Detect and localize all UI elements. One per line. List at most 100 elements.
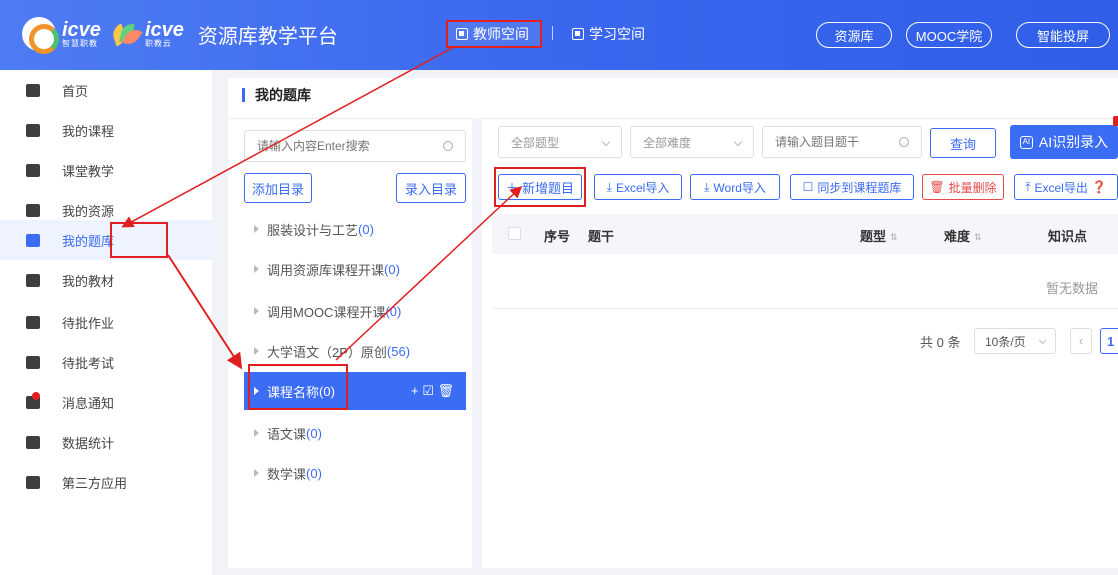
query-button[interactable]: 查询	[930, 128, 996, 158]
word-import-button[interactable]: ⤓ Word导入	[690, 174, 780, 200]
sync-icon: ☐	[802, 180, 814, 194]
tree-item-name: 调用资源库课程开课	[267, 262, 385, 278]
question-search-input[interactable]	[762, 126, 922, 158]
main-content: 我的题库 添加目录 录入目录 服装设计与工艺(0) 调用资源库课程开课(0) 调…	[228, 78, 1118, 568]
excel-export-label: Excel导出	[1034, 180, 1088, 195]
column-index: 序号	[544, 229, 571, 244]
sidebar: 首页 我的课程 课堂教学 我的资源 我的题库 我的教材 待批作业 待批考试 消息…	[0, 70, 212, 575]
tree-item[interactable]: 服装设计与工艺 (0)	[244, 210, 466, 248]
sidebar-item-home[interactable]: 首页	[0, 70, 212, 110]
resource-library-button[interactable]: 资源库	[816, 22, 892, 48]
chevron-down-icon	[1038, 336, 1047, 345]
question-type-value: 全部题型	[511, 135, 560, 150]
tab-separator	[552, 26, 553, 40]
tree-item-count: (56)	[386, 343, 411, 359]
sort-icon: ⇅	[974, 232, 982, 243]
sidebar-item-textbook[interactable]: 我的教材	[0, 260, 212, 300]
tree-item[interactable]: 数学课 (0)	[244, 454, 466, 492]
sidebar-item-label: 第三方应用	[62, 475, 128, 491]
tree-item[interactable]: 调用MOOC课程开课 (0)	[244, 292, 466, 330]
notification-badge	[32, 392, 40, 400]
caret-right-icon	[254, 307, 259, 315]
tree-item-count: (0)	[385, 303, 402, 319]
ai-record-button[interactable]: AI AI识别录入	[1010, 125, 1118, 159]
sidebar-item-classroom[interactable]: 课堂教学	[0, 150, 212, 190]
tree-item[interactable]: 语文课 (0)	[244, 414, 466, 452]
column-knowledge: 知识点	[1048, 229, 1088, 244]
column-difficulty[interactable]: 难度 ⇅	[944, 226, 982, 245]
student-space-icon	[572, 28, 584, 40]
caret-right-icon	[254, 469, 259, 477]
tree-item-name: 数学课	[267, 466, 307, 482]
directory-tree-panel: 添加目录 录入目录 服装设计与工艺(0) 调用资源库课程开课(0) 调用MOOC…	[228, 118, 482, 568]
chevron-down-icon	[601, 137, 611, 147]
zhijiaoyun-logo-icon	[109, 21, 143, 49]
mooc-button[interactable]: MOOC学院	[906, 22, 992, 48]
record-directory-button[interactable]: 录入目录	[396, 173, 466, 203]
batch-delete-button[interactable]: 🗑 批量删除	[922, 174, 1004, 200]
sidebar-item-stats[interactable]: 数据统计	[0, 422, 212, 462]
tab-teacher-space[interactable]: 教师空间	[446, 20, 542, 48]
tree-item-name: 调用MOOC课程开课	[267, 304, 386, 320]
logo-sub-1: 智慧职教	[62, 38, 98, 48]
add-directory-button[interactable]: 添加目录	[244, 173, 312, 203]
sidebar-item-label: 我的课程	[62, 123, 115, 139]
page-size-select[interactable]: 10条/页	[974, 328, 1056, 354]
caret-right-icon	[254, 225, 259, 233]
tree-search-input[interactable]	[244, 130, 466, 162]
excel-export-button[interactable]: ⤒ Excel导出 ❓	[1014, 174, 1118, 200]
column-difficulty-label: 难度	[944, 229, 971, 244]
sidebar-item-label: 课堂教学	[62, 163, 115, 179]
download-icon: ⤓	[606, 179, 612, 194]
excel-import-button[interactable]: ⤓ Excel导入	[594, 174, 682, 200]
caret-right-icon	[254, 429, 259, 437]
sidebar-item-courses[interactable]: 我的课程	[0, 110, 212, 150]
notification-badge	[1113, 116, 1118, 126]
icve-logo-icon	[22, 17, 59, 54]
sidebar-item-question-bank[interactable]: 我的题库	[0, 220, 212, 260]
tree-item-name: 大学语文（2P）原创	[267, 344, 387, 360]
sidebar-item-label: 我的教材	[62, 273, 115, 289]
tab-student-space[interactable]: 学习空间	[572, 20, 645, 48]
sidebar-item-label: 待批作业	[62, 315, 115, 331]
sidebar-item-homework[interactable]: 待批作业	[0, 302, 212, 342]
help-icon[interactable]: ❓	[1092, 180, 1107, 194]
page-number[interactable]: 1	[1100, 328, 1118, 354]
batch-delete-label: 批量删除	[948, 180, 997, 195]
search-icon[interactable]	[899, 137, 909, 147]
select-all-checkbox[interactable]	[508, 227, 521, 240]
courses-icon	[26, 123, 40, 137]
apps-icon	[26, 475, 40, 489]
column-type[interactable]: 题型 ⇅	[860, 226, 898, 245]
ai-icon: AI	[1019, 135, 1033, 149]
download-icon: ⤓	[704, 179, 710, 194]
prev-page-button[interactable]: ‹	[1070, 328, 1092, 354]
tree-item-name: 服装设计与工艺	[267, 222, 359, 238]
difficulty-select[interactable]: 全部难度	[630, 126, 754, 158]
homework-icon	[26, 315, 40, 329]
trash-icon: 🗑	[929, 180, 945, 194]
logo-sub-2: 职教云	[144, 38, 172, 48]
tree-item-actions[interactable]: + ☑ 🗑	[411, 383, 454, 399]
question-type-select[interactable]: 全部题型	[498, 126, 622, 158]
page-size-value: 10条/页	[985, 334, 1026, 349]
search-icon[interactable]	[443, 141, 453, 151]
sidebar-item-third-party[interactable]: 第三方应用	[0, 462, 212, 502]
ai-record-label: AI识别录入	[1038, 134, 1109, 150]
smart-screen-button[interactable]: 智能投屏	[1016, 22, 1110, 48]
sync-to-course-button[interactable]: ☐ 同步到课程题库	[790, 174, 914, 200]
top-navigation-bar: icve 智慧职教 icve 职教云 资源库教学平台 教师空间 学习空间 资源库…	[0, 0, 1118, 70]
sync-to-course-label: 同步到课程题库	[817, 180, 902, 195]
sidebar-item-messages[interactable]: 消息通知	[0, 382, 212, 422]
tree-item-count: (0)	[384, 261, 400, 277]
annotation-highlight-box	[494, 167, 586, 207]
tab-student-space-label: 学习空间	[589, 26, 645, 42]
logo-area[interactable]: icve 智慧职教 icve 职教云 资源库教学平台	[22, 14, 338, 54]
annotation-highlight-box	[110, 222, 168, 258]
sidebar-item-exam[interactable]: 待批考试	[0, 342, 212, 382]
sidebar-item-label: 待批考试	[62, 355, 115, 371]
tree-item[interactable]: 调用资源库课程开课 (0)	[244, 250, 466, 288]
classroom-icon	[26, 163, 40, 177]
upload-icon: ⤒	[1025, 179, 1031, 194]
resources-icon	[26, 203, 40, 217]
